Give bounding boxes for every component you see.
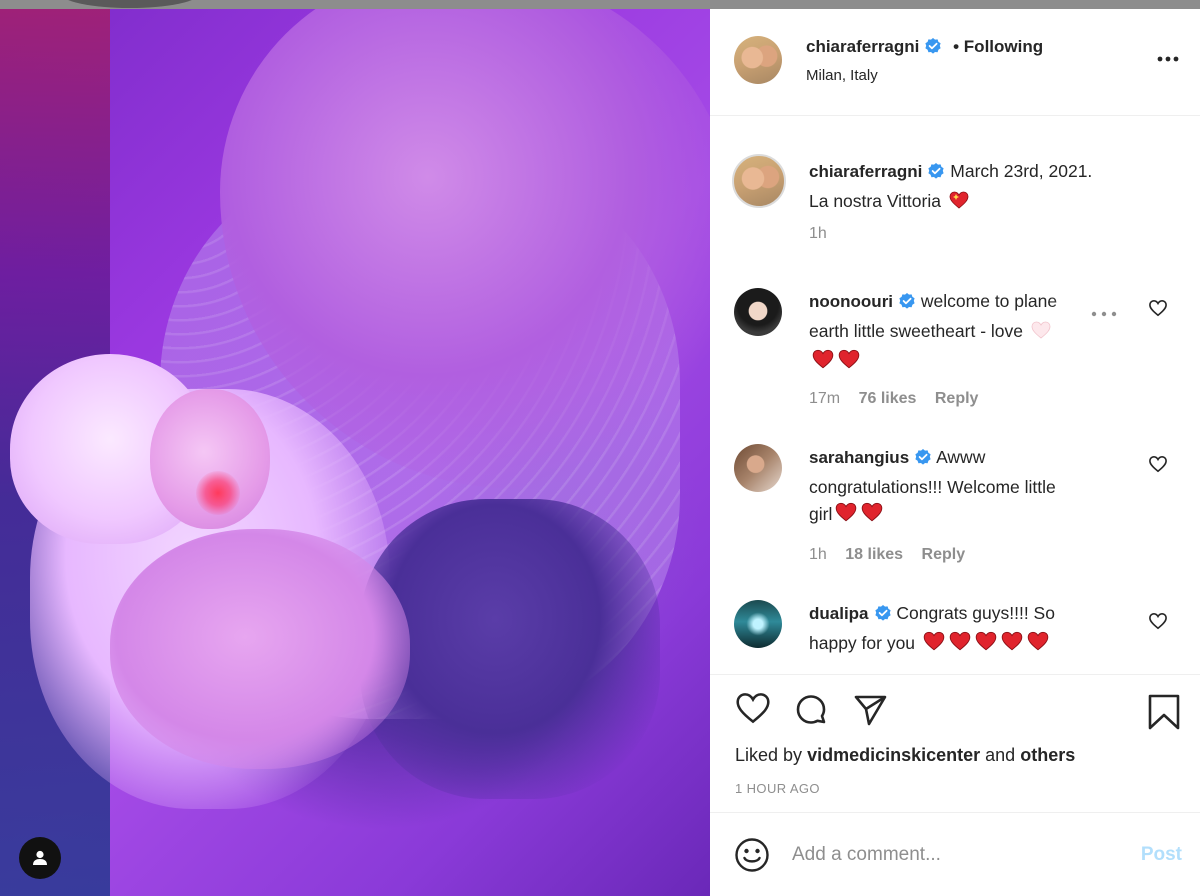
comment-like-button[interactable] [1148,455,1168,478]
comment-meta: 1h 18 likes Reply [809,546,979,564]
comment-time: 17m [809,390,841,407]
verified-icon [898,291,916,318]
liked-by-and: and [985,745,1016,765]
top-strip [0,0,1200,9]
verified-icon [914,447,932,474]
post-timestamp[interactable]: 1 HOUR AGO [735,781,820,796]
author-line: chiaraferragni • Following [806,37,1043,60]
user-tag-button[interactable] [19,837,61,879]
smiley-icon [735,838,769,872]
caption: chiaraferragni March 23rd, 2021. La nost… [710,116,1200,261]
white-heart-emoji [1030,320,1052,348]
comment-meta: 17m 76 likes Reply [809,390,992,408]
comment-avatar-dualipa[interactable] [734,600,782,648]
comment-line-3: girl [809,504,833,524]
more-options-button[interactable] [1156,51,1180,67]
comment-line-1: Congrats guys!!!! So [896,603,1055,623]
comment-username[interactable]: sarahangius [809,448,909,467]
red-heart-emoji [948,630,972,660]
comment-item: dualipa Congrats guys!!!! So happy for y… [710,591,1200,674]
caption-time: 1h [809,225,841,243]
post-photo[interactable] [0,9,710,896]
comment-text: sarahangius Awww congratulations!!! Welc… [809,444,1129,531]
bookmark-icon [1148,694,1180,730]
comment-line-1: Awww [936,447,986,467]
comment-username[interactable]: dualipa [809,604,869,623]
liked-by-prefix: Liked by [735,745,803,765]
caption-line-1: March 23rd, 2021. [950,161,1093,181]
heart-outline-icon [1149,612,1167,630]
post-comment-button[interactable]: Post [1141,844,1182,866]
comment-line-2: congratulations!!! Welcome little [809,477,1056,497]
post-actions: Liked by vidmedicinskicenter and others … [710,674,1200,812]
red-heart-emoji [837,348,861,378]
reply-button[interactable]: Reply [935,390,979,407]
comment-username[interactable]: noonoouri [809,292,893,311]
liked-by: Liked by vidmedicinskicenter and others [735,745,1075,766]
photo-red-light [196,471,240,515]
comments-section[interactable]: chiaraferragni March 23rd, 2021. La nost… [710,116,1200,674]
comment-line-1: welcome to plane [920,291,1058,311]
verified-icon [927,161,945,188]
top-avatar-stub [60,0,200,8]
caption-author-avatar[interactable] [732,154,786,208]
comment-line-2: happy for you [809,633,916,653]
comment-text: dualipa Congrats guys!!!! So happy for y… [809,600,1129,660]
reply-button[interactable]: Reply [922,546,966,563]
red-heart-emoji [922,630,946,660]
author-avatar[interactable] [734,36,782,84]
comment-options-button[interactable] [1090,306,1118,317]
photo-hand [110,529,410,769]
comment-item: noonoouri welcome to plane earth little … [710,276,1200,426]
liked-by-others[interactable]: others [1020,745,1075,765]
verified-icon [874,603,892,630]
author-username[interactable]: chiaraferragni [806,37,919,56]
verified-icon [924,37,942,60]
red-heart-emoji [834,501,858,531]
red-heart-emoji [1000,630,1024,660]
more-options-icon [1157,56,1179,62]
comment-likes[interactable]: 76 likes [859,390,917,407]
more-options-icon [1091,311,1117,317]
comment-like-button[interactable] [1148,612,1168,635]
caption-author-username[interactable]: chiaraferragni [809,162,922,181]
caption-time-text: 1h [809,225,827,242]
red-heart-emoji [1026,630,1050,660]
comment-likes[interactable]: 18 likes [845,546,903,563]
comment-like-button[interactable] [1148,299,1168,322]
heart-outline-icon [1149,455,1167,473]
comment-composer: Post [710,812,1200,896]
comment-line-2: earth little sweetheart - love [809,321,1023,341]
comment-icon [796,695,826,724]
comment-button[interactable] [792,691,830,734]
caption-text: chiaraferragni March 23rd, 2021. La nost… [809,158,1169,218]
post-location[interactable]: Milan, Italy [806,67,878,84]
like-button[interactable] [734,691,772,730]
comment-input[interactable] [792,837,1112,873]
comment-avatar-sarahangius[interactable] [734,444,782,492]
heart-outline-icon [1149,299,1167,317]
sparkling-heart-emoji [948,190,970,218]
red-heart-emoji [860,501,884,531]
caption-line-2: La nostra Vittoria [809,191,941,211]
post-panel: chiaraferragni • Following Milan, Italy … [710,9,1200,896]
share-button[interactable] [851,691,889,734]
red-heart-emoji [811,348,835,378]
comment-time: 1h [809,546,827,563]
liked-by-user[interactable]: vidmedicinskicenter [807,745,980,765]
share-icon [854,695,887,726]
user-tag-icon [33,850,47,865]
following-button[interactable]: • Following [953,37,1043,56]
comment-item: sarahangius Awww congratulations!!! Welc… [710,434,1200,584]
save-button[interactable] [1147,693,1181,736]
emoji-button[interactable] [734,837,770,878]
post-header: chiaraferragni • Following Milan, Italy [710,9,1200,116]
heart-outline-icon [736,693,770,724]
red-heart-emoji [974,630,998,660]
comment-avatar-noonoouri[interactable] [734,288,782,336]
